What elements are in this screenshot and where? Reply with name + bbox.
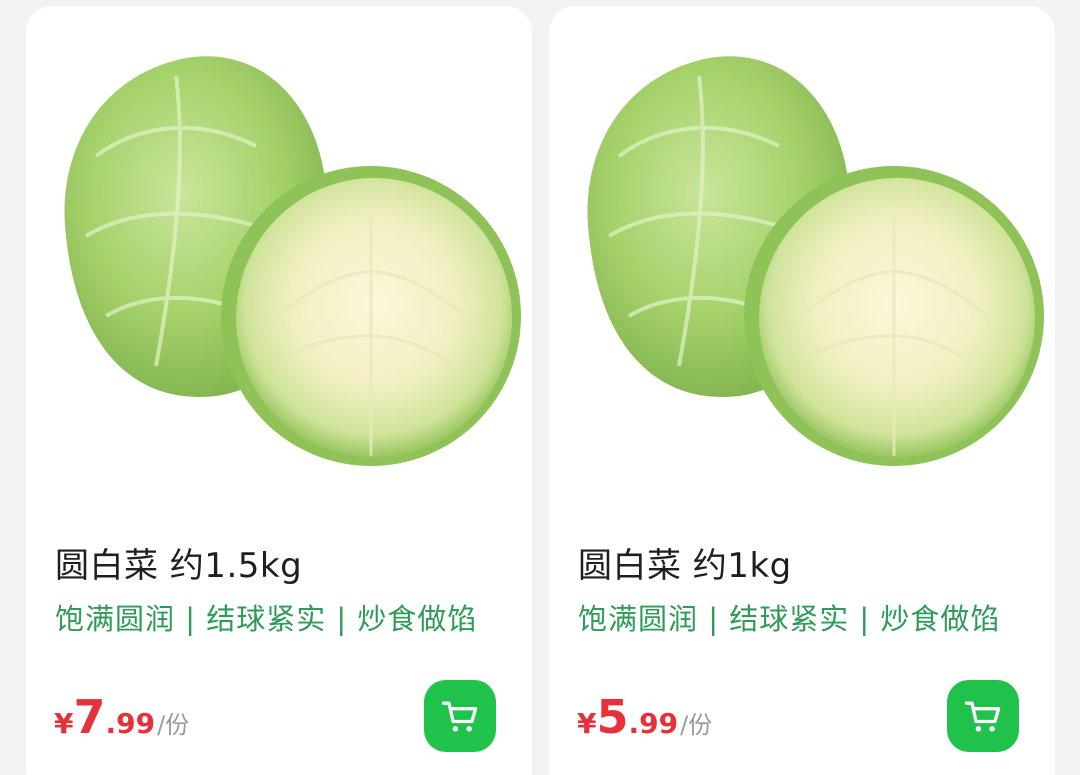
product-title: 圆白菜 约1kg [578, 546, 792, 586]
price-currency: ¥ [577, 707, 597, 740]
product-image[interactable] [549, 36, 1055, 496]
price-integer: 7 [73, 690, 106, 744]
product-card[interactable]: 圆白菜 约1.5kg 饱满圆润 | 结球紧实 | 炒食做馅 ¥ 7 .99 /份 [26, 6, 532, 775]
price-currency: ¥ [54, 707, 74, 740]
add-to-cart-button[interactable] [947, 680, 1019, 752]
shopping-cart-icon [441, 701, 478, 732]
product-card[interactable]: 圆白菜 约1kg 饱满圆润 | 结球紧实 | 炒食做馅 ¥ 5 .99 /份 [549, 6, 1055, 775]
price-unit: /份 [157, 711, 190, 739]
add-to-cart-button[interactable] [424, 680, 496, 752]
product-price: ¥ 5 .99 /份 [577, 694, 712, 740]
product-tagline: 饱满圆润 | 结球紧实 | 炒食做馅 [578, 602, 1001, 636]
cabbage-illustration [587, 56, 1044, 466]
product-price: ¥ 7 .99 /份 [54, 694, 189, 740]
product-tagline: 饱满圆润 | 结球紧实 | 炒食做馅 [55, 602, 478, 636]
product-title: 圆白菜 约1.5kg [55, 546, 303, 586]
price-decimal: .99 [105, 707, 156, 740]
product-image[interactable] [26, 36, 532, 496]
product-grid: 圆白菜 约1.5kg 饱满圆润 | 结球紧实 | 炒食做馅 ¥ 7 .99 /份 [0, 0, 1080, 775]
cabbage-illustration [64, 56, 521, 466]
price-decimal: .99 [628, 707, 679, 740]
price-integer: 5 [596, 690, 629, 744]
price-unit: /份 [680, 711, 713, 739]
shopping-cart-icon [964, 701, 1001, 732]
